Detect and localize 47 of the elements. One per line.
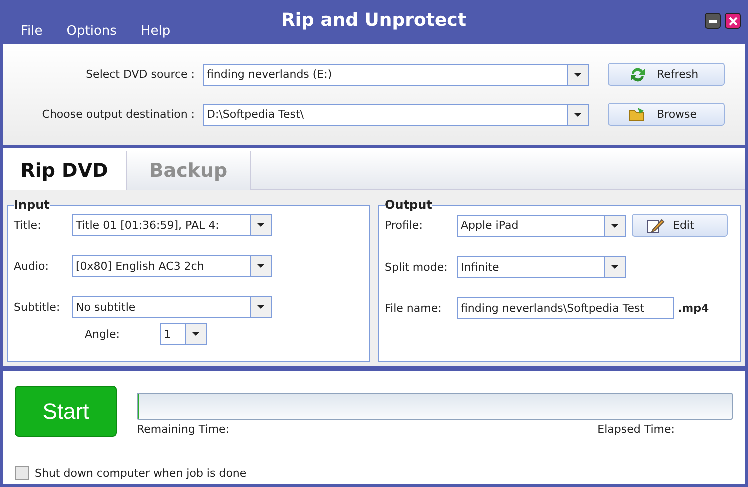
- minimize-icon: [709, 20, 717, 22]
- angle-dropdown[interactable]: 1: [160, 323, 208, 345]
- file-name-field[interactable]: finding neverlands\Softpedia Test: [457, 297, 674, 319]
- field-label: Split mode:: [385, 260, 449, 274]
- field-label: Profile:: [385, 219, 424, 232]
- field-label: Angle:: [85, 328, 120, 340]
- dropdown-arrow-icon: [257, 264, 265, 268]
- title-dropdown[interactable]: Title 01 [01:36:59], PAL 4:: [72, 214, 272, 236]
- audio-dropdown[interactable]: [0x80] English AC3 2ch: [72, 255, 272, 277]
- refresh-button[interactable]: Refresh: [608, 63, 725, 86]
- refresh-icon: [629, 66, 647, 82]
- profile-dropdown[interactable]: Apple iPad: [457, 214, 626, 236]
- folder-icon: [629, 106, 647, 122]
- group-title: Input: [14, 198, 50, 212]
- field-label: Choose output destination :: [41, 108, 196, 121]
- output-destination-dropdown[interactable]: D:\Softpedia Test\: [203, 104, 589, 126]
- menu-item[interactable]: File: [21, 24, 43, 38]
- field-label: Select DVD source :: [85, 68, 196, 81]
- dropdown-arrow-icon: [611, 265, 619, 269]
- field-label: Audio:: [14, 260, 50, 272]
- window-title: Rip and Unprotect: [282, 10, 466, 31]
- menu-item[interactable]: Help: [140, 24, 171, 38]
- field-label: Subtitle:: [14, 300, 62, 314]
- group-title: Output: [385, 198, 432, 212]
- dropdown-arrow-icon: [611, 224, 619, 228]
- browse-button[interactable]: Browse: [608, 103, 725, 126]
- edit-icon: [647, 218, 665, 234]
- split-mode-dropdown[interactable]: Infinite: [457, 256, 626, 278]
- edit-button[interactable]: Edit: [632, 214, 728, 237]
- checkbox[interactable]: [15, 466, 29, 480]
- dvd-source-dropdown[interactable]: finding neverlands (E:): [203, 64, 589, 86]
- checkbox-label: Shut down computer when job is done: [35, 466, 247, 480]
- dropdown-arrow-icon: [257, 305, 265, 309]
- dropdown-arrow-icon: [192, 332, 200, 336]
- minimize-button[interactable]: [705, 13, 721, 29]
- elapsed-time-label: Elapsed Time:: [598, 423, 675, 436]
- close-button[interactable]: [725, 13, 741, 29]
- dropdown-arrow-icon: [574, 112, 582, 116]
- remaining-time-label: Remaining Time:: [137, 423, 230, 436]
- dropdown-arrow-icon: [574, 72, 582, 76]
- close-icon: [728, 16, 738, 26]
- menu-item[interactable]: Options: [66, 24, 117, 38]
- dropdown-arrow-icon: [257, 223, 265, 227]
- field-label: Title:: [14, 218, 42, 232]
- field-label: File name:: [385, 302, 443, 314]
- subtitle-dropdown[interactable]: No subtitle: [72, 296, 272, 318]
- file-extension: .mp4: [678, 302, 710, 314]
